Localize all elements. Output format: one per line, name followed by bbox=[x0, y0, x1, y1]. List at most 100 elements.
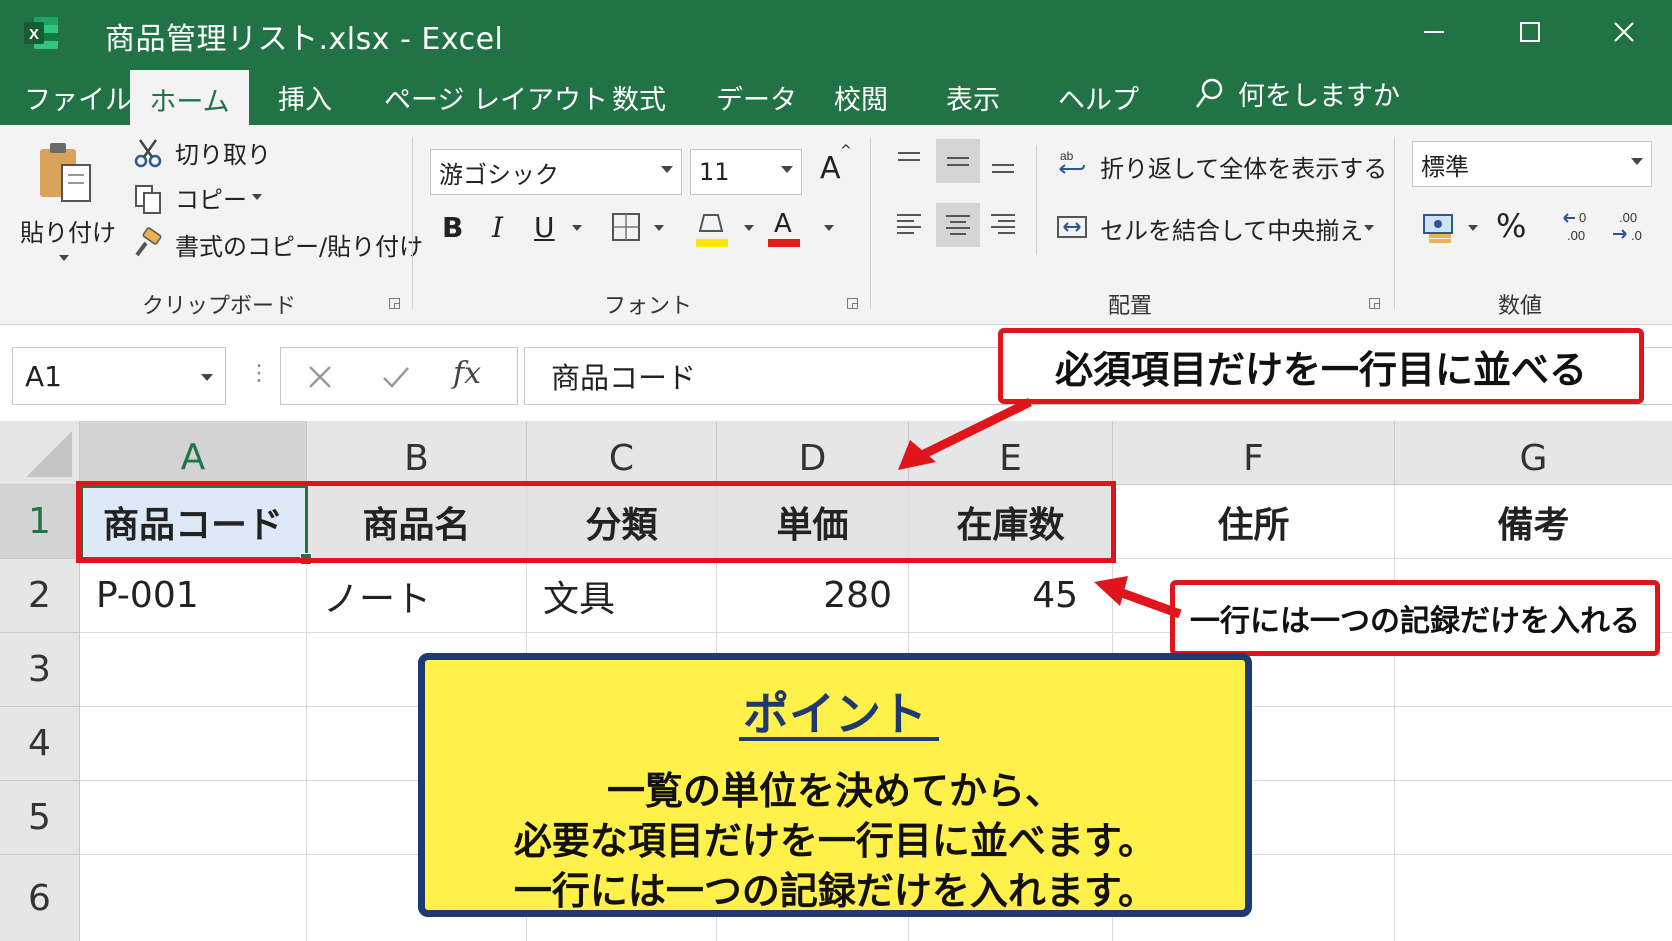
separator bbox=[870, 137, 871, 309]
tab-view[interactable]: 表示 bbox=[946, 78, 1000, 117]
font-launcher-icon[interactable]: ◲ bbox=[846, 295, 859, 311]
wrap-text-icon[interactable]: ab bbox=[1054, 145, 1090, 181]
drag-handle-icon[interactable]: ⋮ bbox=[248, 361, 270, 386]
svg-text:.00: .00 bbox=[1619, 210, 1637, 225]
insert-function-button[interactable]: fx bbox=[453, 356, 481, 391]
tab-help[interactable]: ヘルプ bbox=[1058, 78, 1139, 117]
separator bbox=[412, 137, 413, 309]
merge-center-icon[interactable] bbox=[1054, 209, 1090, 245]
cell-b2[interactable]: ノート bbox=[307, 559, 527, 633]
excel-icon: X bbox=[22, 14, 60, 52]
maximize-icon[interactable] bbox=[1508, 12, 1552, 52]
paste-dropdown-icon[interactable] bbox=[59, 255, 69, 261]
row-header-3[interactable]: 3 bbox=[0, 633, 80, 707]
enter-check-icon[interactable] bbox=[379, 360, 413, 394]
paste-button[interactable]: 貼り付け bbox=[20, 213, 116, 248]
row-header-4[interactable]: 4 bbox=[0, 707, 80, 781]
tab-file[interactable]: ファイル bbox=[24, 78, 132, 117]
underline-button[interactable]: U bbox=[534, 211, 555, 244]
tab-insert[interactable]: 挿入 bbox=[278, 78, 332, 117]
underline-dropdown-icon[interactable] bbox=[572, 225, 582, 231]
cancel-icon[interactable] bbox=[303, 360, 337, 394]
border-dropdown-icon[interactable] bbox=[654, 225, 664, 231]
font-size-select[interactable]: 11 bbox=[690, 149, 802, 195]
tell-me-label: 何をしますか bbox=[1238, 81, 1400, 112]
increase-decimal-icon[interactable]: 0 .00 bbox=[1560, 209, 1600, 245]
chevron-down-icon bbox=[781, 166, 793, 173]
font-name-select[interactable]: 游ゴシック bbox=[430, 149, 682, 195]
separator bbox=[1394, 137, 1395, 309]
caret-up-icon: ^ bbox=[840, 143, 852, 159]
point-line-1: 一覧の単位を決めてから、 bbox=[606, 769, 1063, 813]
merge-dropdown-icon[interactable] bbox=[1364, 225, 1374, 231]
column-header-g[interactable]: G bbox=[1395, 421, 1672, 485]
accounting-format-icon[interactable] bbox=[1420, 209, 1456, 245]
close-icon[interactable] bbox=[1602, 12, 1646, 52]
tab-home[interactable]: ホーム bbox=[130, 70, 249, 128]
title-bar: X 商品管理リスト.xlsx - Excel bbox=[0, 0, 1672, 66]
cell-a2[interactable]: P-001 bbox=[80, 559, 307, 633]
grow-font-button[interactable]: A bbox=[820, 151, 841, 186]
decrease-decimal-icon[interactable]: .00 .0 bbox=[1608, 209, 1648, 245]
italic-button[interactable]: I bbox=[492, 211, 503, 244]
tell-me-search[interactable]: 何をしますか bbox=[1194, 74, 1400, 113]
number-format-select[interactable]: 標準 bbox=[1412, 141, 1652, 187]
chevron-down-icon bbox=[201, 374, 213, 381]
cell-d2[interactable]: 280 bbox=[717, 559, 909, 633]
align-right-icon[interactable] bbox=[986, 207, 1020, 241]
align-bottom-icon[interactable] bbox=[986, 145, 1020, 179]
name-box[interactable]: A1 bbox=[12, 347, 226, 405]
row-header-1[interactable]: 1 bbox=[0, 485, 80, 559]
align-top-icon[interactable] bbox=[892, 145, 926, 179]
row-header-2[interactable]: 2 bbox=[0, 559, 80, 633]
border-icon[interactable] bbox=[610, 211, 642, 243]
fill-color-icon[interactable] bbox=[694, 209, 730, 249]
scissors-icon[interactable] bbox=[130, 135, 166, 171]
font-color-dropdown-icon[interactable] bbox=[824, 225, 834, 231]
cut-button[interactable]: 切り取り bbox=[175, 135, 271, 170]
tab-review[interactable]: 校閲 bbox=[834, 78, 888, 117]
fill-color-dropdown-icon[interactable] bbox=[744, 225, 754, 231]
column-header-b[interactable]: B bbox=[307, 421, 527, 485]
percent-button[interactable]: % bbox=[1496, 207, 1526, 245]
font-group-label: フォント bbox=[604, 294, 693, 319]
merge-center-button[interactable]: セルを結合して中央揃え bbox=[1100, 211, 1363, 246]
clipboard-launcher-icon[interactable]: ◲ bbox=[388, 295, 401, 311]
tab-data[interactable]: データ bbox=[716, 78, 797, 117]
copy-button[interactable]: コピー bbox=[175, 180, 247, 215]
accounting-dropdown-icon[interactable] bbox=[1468, 225, 1478, 231]
align-left-icon[interactable] bbox=[892, 207, 926, 241]
column-header-c[interactable]: C bbox=[527, 421, 717, 485]
row-header-5[interactable]: 5 bbox=[0, 781, 80, 855]
record-callout: 一行には一つの記録だけを入れる bbox=[1170, 580, 1660, 656]
chevron-down-icon bbox=[661, 166, 673, 173]
wrap-text-button[interactable]: 折り返して全体を表示する bbox=[1100, 149, 1387, 184]
point-line-3: 一行には一つの記録だけを入れます。 bbox=[513, 869, 1157, 913]
column-header-f[interactable]: F bbox=[1113, 421, 1395, 485]
copy-dropdown-icon[interactable] bbox=[252, 194, 262, 200]
alignment-launcher-icon[interactable]: ◲ bbox=[1368, 295, 1381, 311]
select-all-corner[interactable] bbox=[0, 421, 80, 485]
format-painter-icon[interactable] bbox=[130, 225, 166, 261]
svg-text:ab: ab bbox=[1060, 149, 1074, 163]
tab-formulas[interactable]: 数式 bbox=[612, 78, 666, 117]
cell-f1[interactable]: 住所 bbox=[1113, 485, 1395, 559]
point-box: ポイント 一覧の単位を決めてから、 必要な項目だけを一行目に並べます。 一行には… bbox=[418, 653, 1252, 917]
minimize-icon[interactable] bbox=[1412, 12, 1456, 52]
clipboard-group-label: クリップボード bbox=[142, 294, 297, 319]
column-header-a[interactable]: A bbox=[80, 421, 307, 485]
paste-icon[interactable] bbox=[34, 139, 98, 209]
cell-e2[interactable]: 45 bbox=[909, 559, 1113, 633]
tab-page-layout[interactable]: ページ レイアウト bbox=[384, 78, 608, 117]
align-center-icon[interactable] bbox=[936, 203, 980, 247]
bold-button[interactable]: B bbox=[442, 211, 463, 244]
chevron-down-icon bbox=[1631, 158, 1643, 165]
copy-icon[interactable] bbox=[130, 181, 166, 217]
svg-text:.0: .0 bbox=[1631, 228, 1642, 243]
format-painter-button[interactable]: 書式のコピー/貼り付け bbox=[175, 227, 423, 262]
number-format-value: 標準 bbox=[1421, 152, 1469, 181]
cell-g1[interactable]: 備考 bbox=[1395, 485, 1672, 559]
align-middle-icon[interactable] bbox=[936, 139, 980, 183]
row-header-6[interactable]: 6 bbox=[0, 855, 80, 941]
cell-c2[interactable]: 文具 bbox=[527, 559, 717, 633]
